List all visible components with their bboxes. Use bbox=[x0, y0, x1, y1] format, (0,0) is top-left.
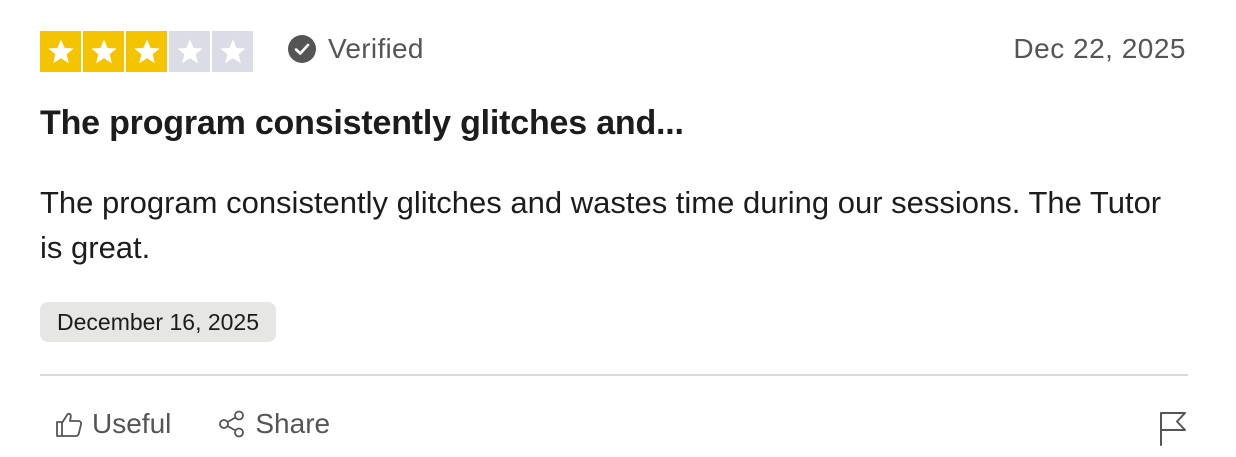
review-actions: Useful Share bbox=[54, 408, 330, 440]
share-icon bbox=[219, 410, 245, 438]
star-filled-icon bbox=[83, 31, 124, 72]
check-circle-icon bbox=[288, 35, 316, 63]
star-filled-icon bbox=[126, 31, 167, 72]
review-date: Dec 22, 2025 bbox=[1013, 33, 1186, 64]
flag-icon[interactable] bbox=[1157, 410, 1189, 446]
share-label: Share bbox=[255, 408, 331, 439]
experience-date-badge: December 16, 2025 bbox=[40, 302, 277, 342]
useful-button[interactable]: Useful bbox=[54, 408, 171, 440]
review-body: The program consistently glitches and wa… bbox=[40, 185, 1162, 265]
review-card: Verified Dec 22, 2025 The program consis… bbox=[0, 0, 1236, 457]
divider bbox=[40, 374, 1188, 376]
star-rating bbox=[40, 31, 253, 72]
star-empty-icon bbox=[212, 31, 253, 72]
thumbs-up-icon bbox=[56, 412, 83, 437]
star-empty-icon bbox=[169, 31, 210, 72]
review-title[interactable]: The program consistently glitches and... bbox=[40, 104, 684, 143]
star-filled-icon bbox=[40, 31, 81, 72]
verified-label: Verified bbox=[328, 33, 424, 64]
verified-badge: Verified bbox=[288, 33, 424, 65]
useful-label: Useful bbox=[92, 408, 172, 439]
share-button[interactable]: Share bbox=[217, 408, 330, 440]
